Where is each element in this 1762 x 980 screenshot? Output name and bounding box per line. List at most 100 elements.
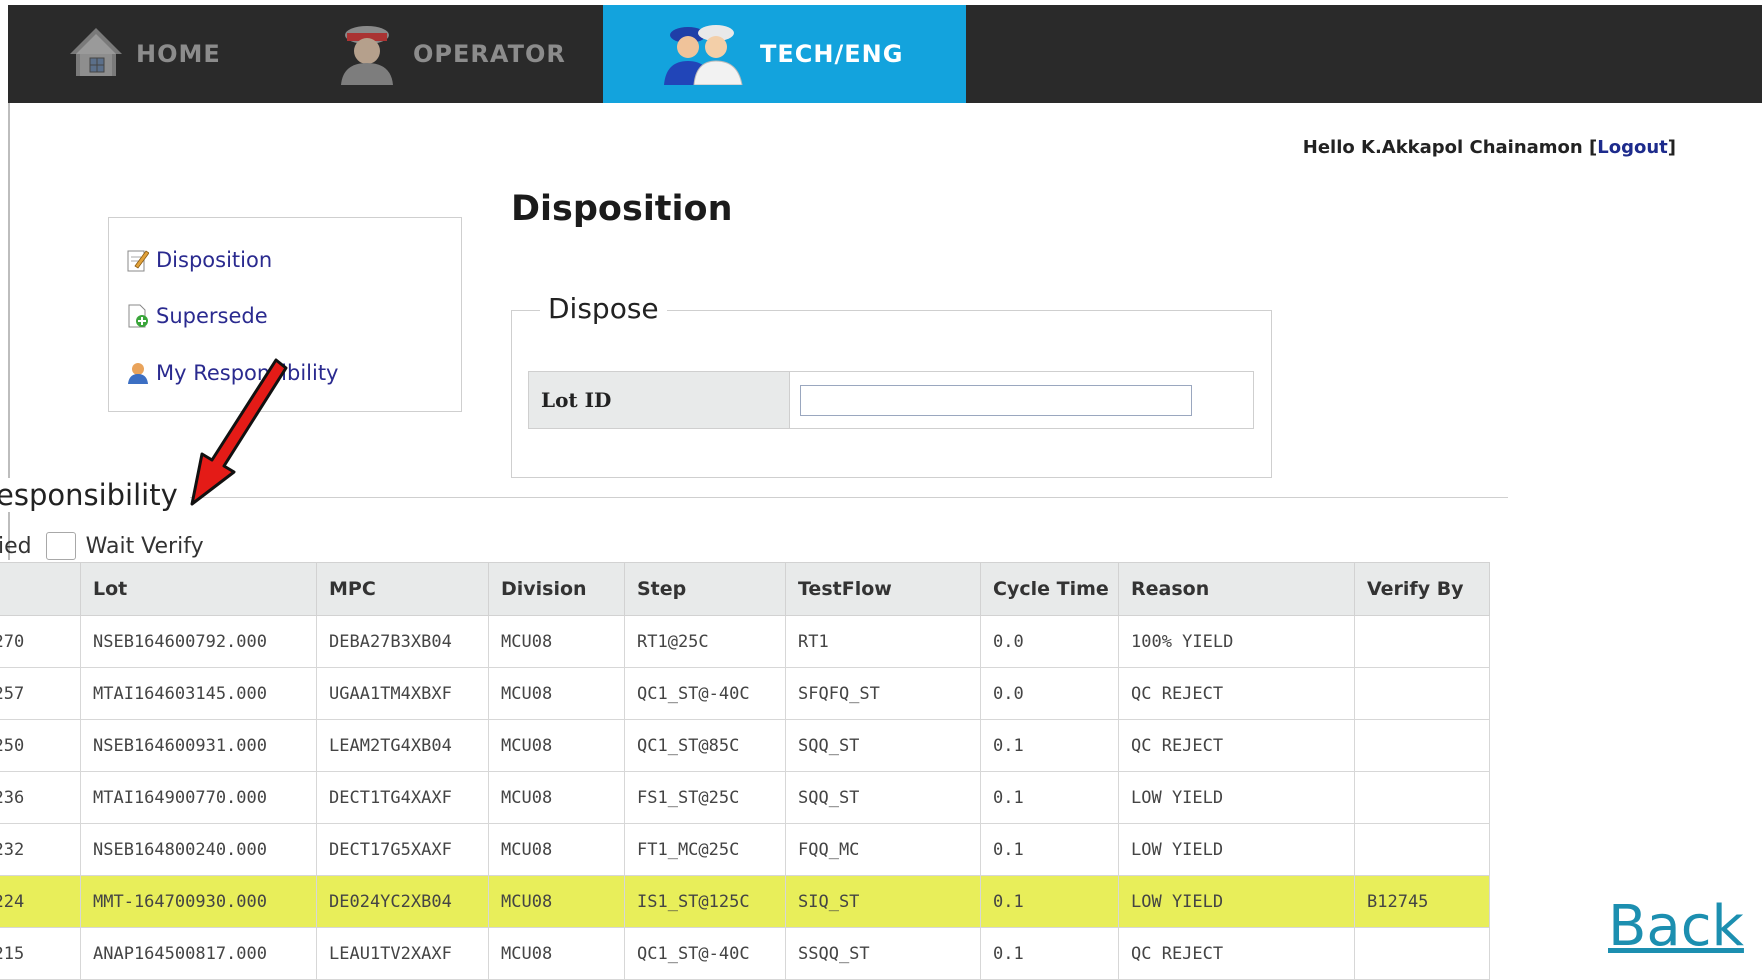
cell-division: MCU08 — [488, 771, 625, 824]
cell-verify-by — [1354, 615, 1490, 668]
table-body: -0270NSEB164600792.000DEBA27B3XB04MCU08R… — [0, 615, 1490, 980]
table-row[interactable]: -0250NSEB164600931.000LEAM2TG4XB04MCU08Q… — [0, 719, 1490, 772]
cell-lot: MTAI164603145.000 — [80, 667, 317, 720]
lot-id-input[interactable] — [800, 384, 1192, 416]
logout-close-bracket: ] — [1667, 137, 1676, 158]
column-header-verify-by: Verify By — [1354, 562, 1490, 616]
cell-reason: 100% YIELD — [1118, 615, 1355, 668]
tab-tech-eng[interactable]: TECH/ENG — [603, 5, 966, 103]
cell-step: QC1_ST@85C — [624, 719, 786, 772]
wait-verify-label: Wait Verify — [85, 533, 204, 559]
cell-id: -0215 — [0, 927, 81, 980]
responsibility-table: Lot MPC Division Step TestFlow Cycle Tim… — [0, 562, 1490, 980]
cell-id: -0232 — [0, 823, 81, 876]
cell-reason: QC REJECT — [1118, 667, 1355, 720]
cell-step: FT1_MC@25C — [624, 823, 786, 876]
cell-lot: ANAP164500817.000 — [80, 927, 317, 980]
cell-reason: QC REJECT — [1118, 927, 1355, 980]
column-header-lot: Lot — [80, 562, 317, 616]
lot-id-row: Lot ID — [528, 371, 1254, 429]
cell-verify-by — [1354, 719, 1490, 772]
top-nav-bar: HOME OPERATOR TECH/ENG — [8, 5, 1762, 103]
column-header-testflow: TestFlow — [785, 562, 981, 616]
cell-id: -0250 — [0, 719, 81, 772]
tab-operator-label: OPERATOR — [413, 40, 566, 68]
cell-mpc: UGAA1TM4XBXF — [316, 667, 489, 720]
table-row[interactable]: -0257MTAI164603145.000UGAA1TM4XBXFMCU08Q… — [0, 667, 1490, 720]
cell-verify-by — [1354, 823, 1490, 876]
filter-row: ied Wait Verify — [0, 532, 204, 560]
cell-mpc: DE024YC2XB04 — [316, 875, 489, 928]
table-row[interactable]: -0215ANAP164500817.000LEAU1TV2XAXFMCU08Q… — [0, 927, 1490, 980]
cell-mpc: LEAM2TG4XB04 — [316, 719, 489, 772]
cell-step: IS1_ST@125C — [624, 875, 786, 928]
menu-item-disposition[interactable]: Disposition — [127, 248, 272, 272]
filter-left-text: ied — [0, 533, 32, 559]
table-row[interactable]: -0224MMT-164700930.000DE024YC2XB04MCU08I… — [0, 875, 1490, 928]
column-header-id — [0, 562, 81, 616]
cell-testflow: SIQ_ST — [785, 875, 981, 928]
cell-reason: QC REJECT — [1118, 719, 1355, 772]
user-greeting: Hello K.Akkapol Chainamon [Logout] — [1303, 137, 1676, 158]
dispose-legend: Dispose — [540, 292, 667, 325]
cell-mpc: DECT1TG4XAXF — [316, 771, 489, 824]
cell-cycle-time: 0.0 — [980, 615, 1119, 668]
cell-cycle-time: 0.1 — [980, 927, 1119, 980]
cell-testflow: RT1 — [785, 615, 981, 668]
cell-mpc: DEBA27B3XB04 — [316, 615, 489, 668]
cell-id: -0224 — [0, 875, 81, 928]
column-header-step: Step — [624, 562, 786, 616]
logout-link[interactable]: Logout — [1597, 137, 1668, 158]
cell-division: MCU08 — [488, 719, 625, 772]
cell-mpc: LEAU1TV2XAXF — [316, 927, 489, 980]
responsibility-title: esponsibility — [0, 478, 190, 512]
cell-mpc: DECT17G5XAXF — [316, 823, 489, 876]
table-row[interactable]: -0232NSEB164800240.000DECT17G5XAXFMCU08F… — [0, 823, 1490, 876]
table-row[interactable]: -0236MTAI164900770.000DECT1TG4XAXFMCU08F… — [0, 771, 1490, 824]
cell-division: MCU08 — [488, 823, 625, 876]
tab-home-label: HOME — [136, 40, 221, 68]
column-header-reason: Reason — [1118, 562, 1355, 616]
cell-step: QC1_ST@-40C — [624, 667, 786, 720]
house-icon — [68, 24, 124, 84]
cell-step: QC1_ST@-40C — [624, 927, 786, 980]
tab-tech-eng-label: TECH/ENG — [760, 40, 904, 68]
menu-item-supersede[interactable]: Supersede — [127, 304, 268, 328]
cell-verify-by — [1354, 927, 1490, 980]
cell-verify-by: B12745 — [1354, 875, 1490, 928]
cell-cycle-time: 0.0 — [980, 667, 1119, 720]
wait-verify-checkbox[interactable] — [45, 532, 76, 560]
cell-testflow: SQQ_ST — [785, 771, 981, 824]
edit-icon — [127, 248, 150, 272]
cell-cycle-time: 0.1 — [980, 719, 1119, 772]
tab-home[interactable]: HOME — [68, 5, 298, 103]
cell-verify-by — [1354, 771, 1490, 824]
tab-operator[interactable]: OPERATOR — [333, 5, 603, 103]
menu-item-label: Supersede — [156, 304, 268, 328]
cell-division: MCU08 — [488, 927, 625, 980]
cell-step: FS1_ST@25C — [624, 771, 786, 824]
table-row[interactable]: -0270NSEB164600792.000DEBA27B3XB04MCU08R… — [0, 615, 1490, 668]
red-arrow-annotation — [190, 358, 288, 506]
cell-cycle-time: 0.1 — [980, 875, 1119, 928]
cell-reason: LOW YIELD — [1118, 823, 1355, 876]
cell-lot: NSEB164600792.000 — [80, 615, 317, 668]
cell-division: MCU08 — [488, 875, 625, 928]
back-link[interactable]: Back — [1608, 894, 1744, 959]
column-header-cycle-time: Cycle Time — [980, 562, 1119, 616]
cell-reason: LOW YIELD — [1118, 771, 1355, 824]
menu-item-label: Disposition — [156, 248, 273, 272]
greeting-text: Hello K.Akkapol Chainamon — [1302, 137, 1583, 158]
cell-id: -0257 — [0, 667, 81, 720]
cell-division: MCU08 — [488, 667, 625, 720]
cell-lot: MMT-164700930.000 — [80, 875, 317, 928]
cell-reason: LOW YIELD — [1118, 875, 1355, 928]
cell-id: -0270 — [0, 615, 81, 668]
add-document-icon — [127, 304, 149, 328]
cell-lot: NSEB164800240.000 — [80, 823, 317, 876]
cell-testflow: SQQ_ST — [785, 719, 981, 772]
cell-id: -0236 — [0, 771, 81, 824]
page-title: Disposition — [511, 189, 733, 229]
cell-testflow: SFQFQ_ST — [785, 667, 981, 720]
user-icon — [127, 361, 149, 385]
